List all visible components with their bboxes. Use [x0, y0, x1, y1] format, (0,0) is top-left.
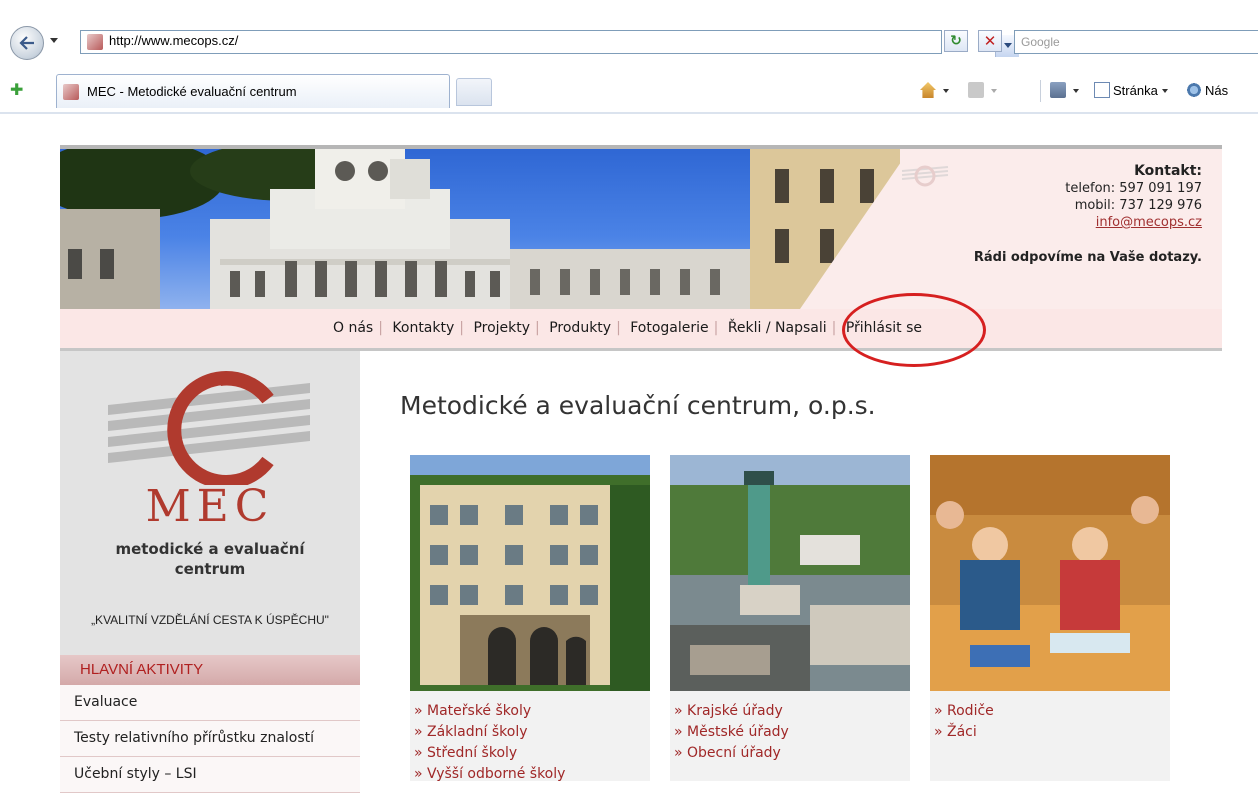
sidebar: MEC metodické a evaluační centrum „KVALI… [60, 351, 360, 793]
print-icon [1050, 82, 1066, 98]
nav-item-fotogalerie[interactable]: Fotogalerie [625, 320, 713, 336]
feeds-button[interactable] [968, 82, 997, 98]
annotation-circle [842, 293, 986, 367]
contact-heading: Kontakt: [1134, 163, 1202, 179]
home-icon [920, 82, 936, 98]
link-krajske-urady[interactable]: » Krajské úřady [674, 701, 789, 722]
link-zaci[interactable]: » Žáci [934, 722, 994, 743]
web-page: Kontakt: telefon: 597 091 197 mobil: 737… [60, 145, 1222, 793]
site-favicon-icon [87, 34, 103, 50]
nav-item-kontakty[interactable]: Kontakty [387, 320, 459, 336]
browser-chrome: http://www.mecops.cz/ ↻ ✕ Google ✚ MEC -… [0, 0, 1258, 114]
site-header: Kontakt: telefon: 597 091 197 mobil: 737… [60, 149, 1222, 309]
page-menu-label: Stránka [1113, 83, 1158, 98]
activities-heading: HLAVNÍ AKTIVITY [60, 655, 360, 685]
address-url[interactable]: http://www.mecops.cz/ [109, 33, 238, 48]
link-mestske-urady[interactable]: » Městské úřady [674, 722, 789, 743]
header-mini-logo-icon [901, 165, 949, 187]
back-arrow-icon [19, 36, 34, 50]
search-input[interactable]: Google [1014, 30, 1258, 54]
tab-active[interactable]: MEC - Metodické evaluační centrum [56, 74, 450, 108]
header-photo [60, 149, 900, 309]
search-placeholder: Google [1021, 35, 1060, 49]
tools-menu[interactable]: Nás [1186, 82, 1228, 98]
gear-icon [1186, 82, 1202, 98]
card-image-school [410, 455, 650, 691]
back-button[interactable] [10, 26, 44, 60]
home-button[interactable] [920, 82, 949, 98]
card-image-town [670, 455, 910, 691]
contact-mobile: mobil: 737 129 976 [1074, 198, 1202, 213]
building-illustration [60, 149, 900, 309]
page-menu[interactable]: Stránka [1094, 82, 1168, 98]
main-navigation: O nás | Kontakty | Projekty | Produkty | Fot… [60, 309, 1222, 351]
page-title: Metodické a evaluační centrum, o.p.s. [400, 391, 876, 420]
activity-evaluace[interactable]: Evaluace [60, 685, 360, 721]
contact-email-link[interactable]: info@mecops.cz [1096, 215, 1202, 230]
card-authorities: » Krajské úřady » Městské úřady » Obecní… [670, 455, 910, 781]
contact-phone: telefon: 597 091 197 [1065, 181, 1202, 196]
logo-subtitle-line2: centrum [174, 560, 246, 578]
card-schools: » Mateřské školy » Základní školy » Stře… [410, 455, 650, 782]
card-links-authorities: » Krajské úřady » Městské úřady » Obecní… [674, 701, 789, 764]
link-zakladni-skoly[interactable]: » Základní školy [414, 722, 565, 743]
print-button[interactable] [1050, 82, 1079, 98]
contact-message: Rádi odpovíme na Vaše dotazy. [973, 250, 1202, 265]
refresh-button[interactable]: ↻ [944, 30, 968, 52]
link-stredni-skoly[interactable]: » Střední školy [414, 743, 565, 764]
tab-row: ✚ MEC - Metodické evaluační centrum Strá… [0, 72, 1258, 110]
contact-box: Kontakt: telefon: 597 091 197 mobil: 737… [974, 163, 1202, 266]
card-links-schools: » Mateřské školy » Základní školy » Stře… [414, 701, 565, 785]
mec-logo-icon [108, 371, 310, 485]
nav-item-projekty[interactable]: Projekty [468, 320, 535, 336]
nav-item-produkty[interactable]: Produkty [544, 320, 616, 336]
activity-testy[interactable]: Testy relativního přírůstku znalostí [60, 721, 360, 757]
tab-favicon-icon [63, 84, 79, 100]
activity-ucebni-styly[interactable]: Učební styly – LSI [60, 757, 360, 793]
tab-title: MEC - Metodické evaluační centrum [87, 84, 297, 99]
address-row: http://www.mecops.cz/ ↻ ✕ Google [0, 26, 1258, 64]
card-image-classroom [930, 455, 1170, 691]
card-parents-pupils: » Rodiče » Žáci [930, 455, 1170, 781]
link-materske-skoly[interactable]: » Mateřské školy [414, 701, 565, 722]
address-bar[interactable]: http://www.mecops.cz/ [80, 30, 1019, 57]
stop-icon: ✕ [983, 32, 997, 50]
logo-subtitle: metodické a evaluační centrum [60, 539, 360, 579]
stop-button[interactable]: ✕ [978, 30, 1002, 52]
link-rodice[interactable]: » Rodiče [934, 701, 994, 722]
nav-item-o-nas[interactable]: O nás [328, 320, 378, 336]
activities-list: Evaluace Testy relativního přírůstku zna… [60, 685, 360, 793]
refresh-icon: ↻ [950, 33, 962, 49]
history-dropdown-icon[interactable] [50, 38, 58, 43]
logo-letters: MEC [145, 481, 275, 532]
logo-subtitle-line1: metodické a evaluační [115, 540, 305, 558]
card-links-parents-pupils: » Rodiče » Žáci [934, 701, 994, 743]
feeds-icon [968, 82, 984, 98]
page-icon [1094, 82, 1110, 98]
motto: „KVALITNÍ VZDĚLÁNÍ CESTA K ÚSPĚCHU" [91, 613, 329, 627]
new-tab-button[interactable] [456, 78, 492, 106]
link-obecni-urady[interactable]: » Obecní úřady [674, 743, 789, 764]
favorites-star-icon[interactable]: ✚ [10, 80, 23, 99]
tools-menu-label: Nás [1205, 83, 1229, 98]
nav-item-rekli-napsali[interactable]: Řekli / Napsali [723, 320, 832, 336]
link-vyssi-odborne-skoly[interactable]: » Vyšší odborné školy [414, 764, 565, 785]
